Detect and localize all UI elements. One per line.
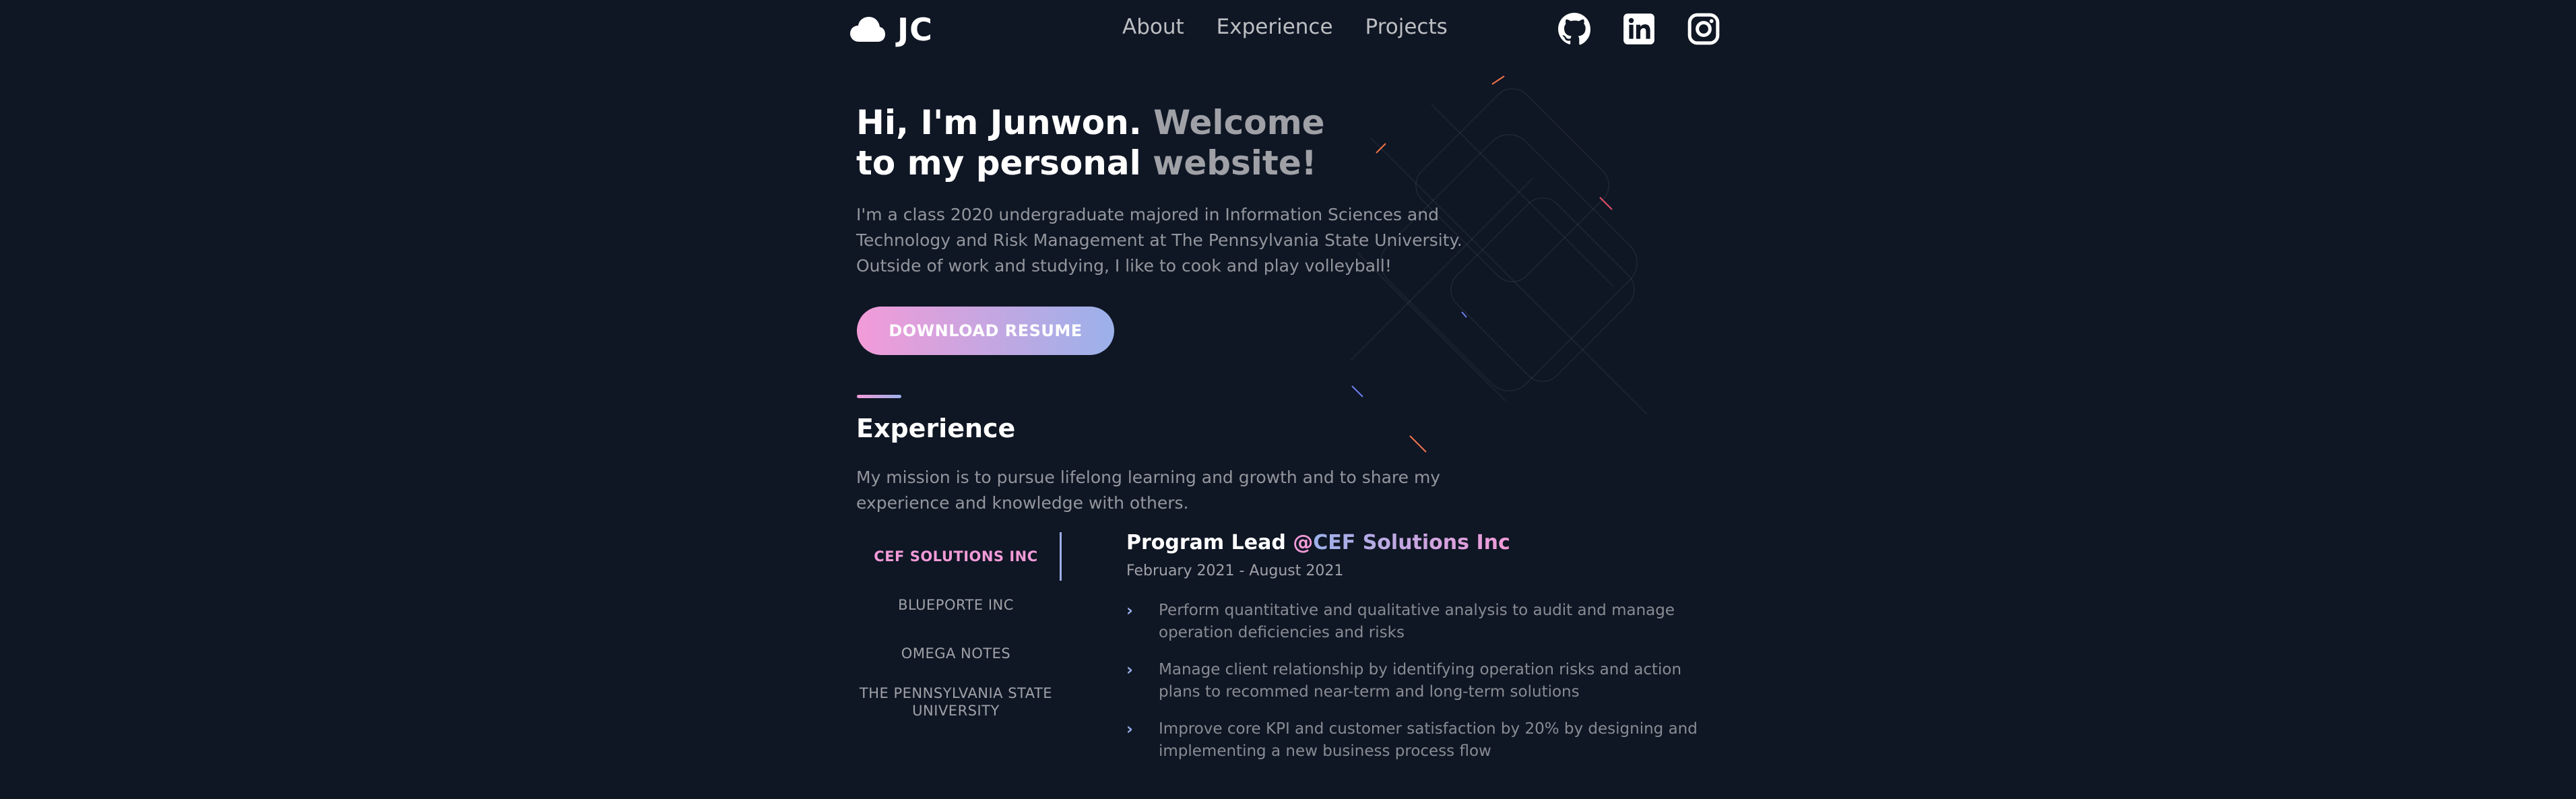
job-bullet-text: Improve core KPI and customer satisfacti… bbox=[1159, 720, 1698, 760]
job-dates: February 2021 - August 2021 bbox=[1126, 563, 1344, 579]
chevron-right-icon: › bbox=[1126, 601, 1133, 620]
chevron-right-icon: › bbox=[1126, 720, 1133, 738]
job-title: Program Lead @CEF Solutions Inc bbox=[1126, 531, 1733, 554]
hero-description: I'm a class 2020 undergraduate majored i… bbox=[856, 205, 1462, 276]
job-role: Program Lead bbox=[1126, 531, 1286, 554]
deco-accent-blue bbox=[1351, 385, 1363, 397]
cloud-icon bbox=[850, 17, 885, 42]
deco-accent-orange bbox=[1491, 75, 1505, 85]
chevron-right-icon: › bbox=[1126, 660, 1133, 679]
hero-title-welcome: Welcome bbox=[1153, 103, 1325, 142]
hero-title: Hi, I'm Junwon. Welcome to my personal w… bbox=[856, 102, 1368, 183]
hero-title-line2: to my personal bbox=[856, 143, 1141, 183]
job-bullets: › Perform quantitative and qualitative a… bbox=[1126, 600, 1733, 763]
nav-link-experience[interactable]: Experience bbox=[1217, 15, 1333, 39]
linkedin-icon[interactable] bbox=[1622, 12, 1656, 46]
company-tabs: CEF Solutions Inc Blueporte Inc Omega No… bbox=[850, 532, 1062, 724]
experience-title: Experience bbox=[856, 414, 1016, 443]
list-item: › Manage client relationship by identify… bbox=[1126, 659, 1719, 703]
job-company: CEF Solutions Inc bbox=[1313, 531, 1510, 554]
job-bullet-text: Perform quantitative and qualitative ana… bbox=[1159, 602, 1675, 641]
tab-cef-solutions[interactable]: CEF Solutions Inc bbox=[850, 532, 1062, 581]
deco-accent-pink bbox=[1599, 197, 1613, 210]
job-at-symbol: @ bbox=[1293, 531, 1314, 554]
instagram-icon[interactable] bbox=[1687, 12, 1720, 46]
list-item: › Perform quantitative and qualitative a… bbox=[1126, 600, 1719, 644]
section-divider bbox=[857, 395, 901, 398]
social-links bbox=[1557, 12, 1720, 46]
tab-omega-notes[interactable]: Omega Notes bbox=[850, 629, 1062, 678]
hero-title-greeting: Hi, I'm Junwon. bbox=[856, 103, 1142, 142]
hero-title-website: website! bbox=[1153, 143, 1317, 183]
experience-description: My mission is to pursue lifelong learnin… bbox=[856, 468, 1441, 513]
main-nav: About Experience Projects bbox=[1122, 15, 1448, 39]
tab-blueporte[interactable]: Blueporte Inc bbox=[850, 581, 1062, 629]
brand-logo-link[interactable]: JC bbox=[850, 9, 933, 50]
job-detail: Program Lead @CEF Solutions Inc February… bbox=[1126, 531, 1733, 777]
nav-link-projects[interactable]: Projects bbox=[1365, 15, 1448, 39]
tab-penn-state[interactable]: The Pennsylvania State University bbox=[850, 680, 1062, 724]
brand-text: JC bbox=[897, 11, 933, 48]
deco-accent-orange-2 bbox=[1409, 435, 1427, 453]
list-item: › Improve core KPI and customer satisfac… bbox=[1126, 718, 1719, 763]
page: JC About Experience Projects Hi, I'm Jun… bbox=[0, 0, 2576, 799]
job-bullet-text: Manage client relationship by identifyin… bbox=[1159, 661, 1682, 701]
header: JC About Experience Projects bbox=[850, 0, 1723, 61]
download-resume-button[interactable]: DOWNLOAD RESUME bbox=[857, 307, 1114, 355]
github-icon[interactable] bbox=[1557, 12, 1591, 46]
nav-link-about[interactable]: About bbox=[1122, 15, 1184, 39]
